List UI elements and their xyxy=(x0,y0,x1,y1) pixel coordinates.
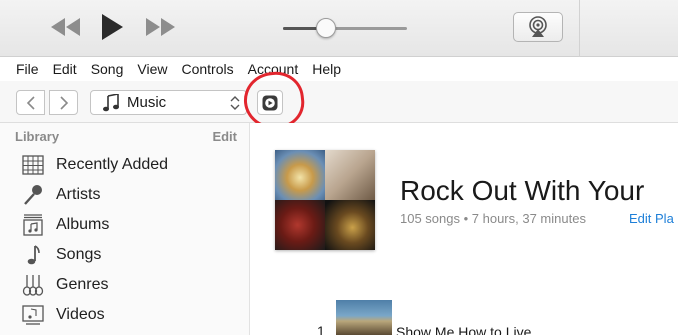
back-button[interactable] xyxy=(16,90,45,115)
library-sidebar: Library Edit Recently Added Artists Albu… xyxy=(0,123,250,335)
sidebar-item-label: Genres xyxy=(56,276,109,293)
play-button[interactable] xyxy=(96,12,128,42)
microphone-icon xyxy=(20,182,46,208)
sidebar-item-recently-added[interactable]: Recently Added xyxy=(20,151,168,179)
sidebar-item-label: Albums xyxy=(56,216,110,233)
album-art-tile xyxy=(325,200,375,250)
fast-forward-icon xyxy=(146,18,175,36)
sidebar-item-label: Videos xyxy=(56,306,105,323)
playlist-title: Rock Out With Your xyxy=(400,175,645,206)
sidebar-item-songs[interactable]: Songs xyxy=(20,241,101,269)
play-circle-icon xyxy=(262,95,278,110)
media-kind-label: Music xyxy=(127,94,167,111)
menu-help[interactable]: Help xyxy=(312,61,341,77)
menu-account[interactable]: Account xyxy=(248,61,299,77)
menu-file[interactable]: File xyxy=(16,61,39,77)
sidebar-item-artists[interactable]: Artists xyxy=(20,181,100,209)
track-number: 1 xyxy=(317,323,325,335)
volume-slider[interactable] xyxy=(283,18,407,38)
menu-edit[interactable]: Edit xyxy=(53,61,77,77)
sidebar-edit-button[interactable]: Edit xyxy=(212,129,237,144)
rewind-button[interactable] xyxy=(48,14,84,40)
sidebar-item-albums[interactable]: Albums xyxy=(20,211,109,239)
track-row[interactable]: 1 Show Me How to Live xyxy=(251,300,678,335)
music-note-icon xyxy=(20,242,46,268)
airplay-button[interactable] xyxy=(513,12,563,42)
sidebar-item-label: Artists xyxy=(56,186,101,203)
airplay-icon xyxy=(529,16,547,37)
sidebar-item-genres[interactable]: Genres xyxy=(20,271,108,299)
itunes-window: File Edit Song View Controls Account Hel… xyxy=(0,0,678,335)
sidebar-section-title: Library xyxy=(15,129,60,144)
playlist-view: Rock Out With Your 105 songs • 7 hours, … xyxy=(251,123,678,335)
edit-playlist-link[interactable]: Edit Pla xyxy=(629,211,674,226)
volume-knob[interactable] xyxy=(316,18,336,38)
playlist-artwork[interactable] xyxy=(275,150,375,250)
sidebar-item-videos[interactable]: Videos xyxy=(20,301,105,329)
album-icon xyxy=(20,212,46,238)
menu-bar: File Edit Song View Controls Account Hel… xyxy=(0,57,678,81)
album-art-tile xyxy=(275,200,325,250)
playlist-stats: 105 songs • 7 hours, 37 minutes xyxy=(400,211,586,226)
sidebar-item-label: Recently Added xyxy=(56,156,169,173)
navigation-bar: Music xyxy=(0,81,678,123)
guitars-icon xyxy=(20,272,46,298)
track-artwork xyxy=(336,300,392,335)
sidebar-header: Library Edit xyxy=(15,129,237,144)
recently-added-grid-icon xyxy=(20,152,46,178)
forward-button[interactable] xyxy=(49,90,78,115)
toolbar-divider xyxy=(579,0,580,57)
rewind-icon xyxy=(51,18,80,36)
album-art-tile xyxy=(275,150,325,200)
sidebar-item-label: Songs xyxy=(56,246,102,263)
chevron-right-icon xyxy=(59,95,68,110)
menu-song[interactable]: Song xyxy=(91,61,124,77)
menu-view[interactable]: View xyxy=(137,61,167,77)
video-icon xyxy=(20,302,46,328)
menu-controls[interactable]: Controls xyxy=(181,61,233,77)
album-art-tile xyxy=(325,150,375,200)
track-title: Show Me How to Live xyxy=(396,324,532,335)
media-kind-picker[interactable]: Music xyxy=(90,90,247,115)
chevron-left-icon xyxy=(26,95,35,110)
play-icon xyxy=(102,14,123,40)
up-down-chevron-icon xyxy=(230,96,240,110)
player-toolbar xyxy=(0,0,678,57)
music-note-icon xyxy=(103,93,119,111)
fast-forward-button[interactable] xyxy=(142,14,178,40)
up-next-button[interactable] xyxy=(257,90,283,115)
